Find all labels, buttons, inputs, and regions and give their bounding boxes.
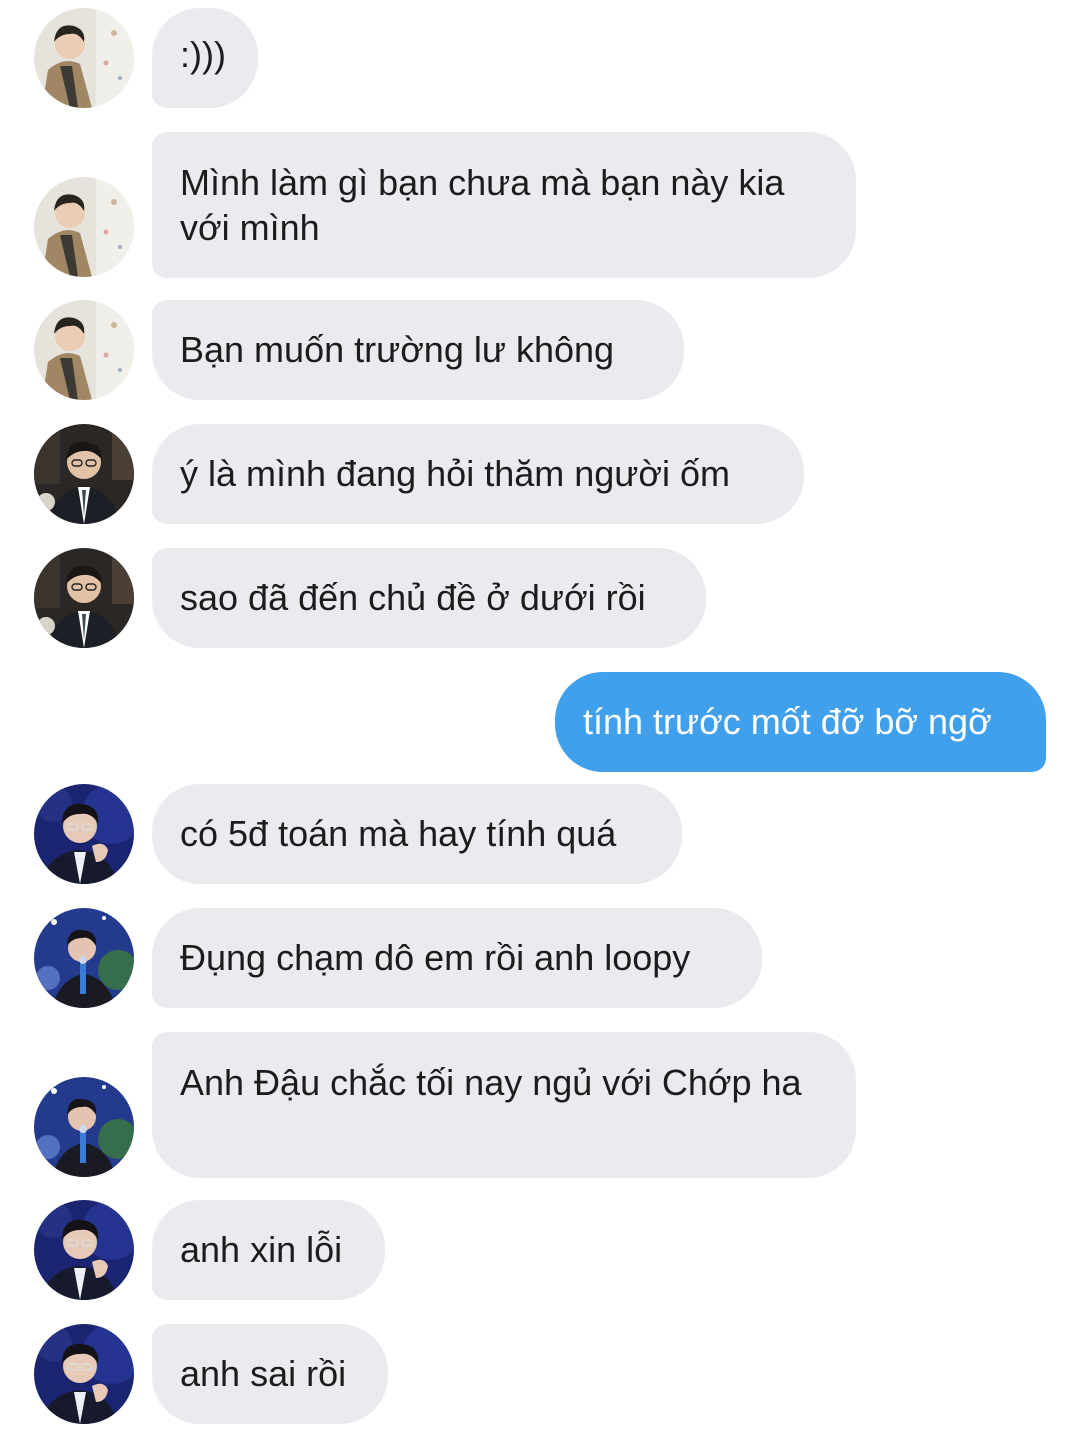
message-text: Đụng chạm dô em rồi anh loopy bbox=[180, 937, 691, 978]
message-text: anh sai rồi bbox=[180, 1353, 347, 1394]
message-bubble[interactable]: sao đã đến chủ đề ở dưới rồi bbox=[152, 548, 706, 648]
avatar[interactable] bbox=[34, 1200, 134, 1300]
message-text: Anh Đậu chắc tối nay ngủ với Chớp ha bbox=[180, 1062, 802, 1103]
message-bubble-outgoing[interactable]: tính trước mốt đỡ bỡ ngỡ bbox=[555, 672, 1046, 772]
message-bubble[interactable]: có 5đ toán mà hay tính quá bbox=[152, 784, 682, 884]
message-text: :))) bbox=[180, 34, 226, 75]
avatar[interactable] bbox=[34, 548, 134, 648]
message-bubble[interactable]: Đụng chạm dô em rồi anh loopy bbox=[152, 908, 762, 1008]
avatar[interactable] bbox=[34, 177, 134, 277]
avatar[interactable] bbox=[34, 908, 134, 1008]
message-bubble[interactable]: ý là mình đang hỏi thăm người ốm bbox=[152, 424, 804, 524]
message-bubble[interactable]: Mình làm gì bạn chưa mà bạn này kia với … bbox=[152, 132, 856, 278]
message-bubble[interactable]: anh sai rồi bbox=[152, 1324, 388, 1424]
message-text: Bạn muốn trường lư không bbox=[180, 329, 615, 370]
chat-thread[interactable]: :))) Mình làm gì bạn chưa mà bạn này kia… bbox=[0, 0, 1080, 1429]
avatar[interactable] bbox=[34, 8, 134, 108]
avatar[interactable] bbox=[34, 784, 134, 884]
message-text: anh xin lỗi bbox=[180, 1229, 343, 1270]
message-bubble[interactable]: Anh Đậu chắc tối nay ngủ với Chớp ha bbox=[152, 1032, 856, 1178]
avatar[interactable] bbox=[34, 300, 134, 400]
avatar[interactable] bbox=[34, 424, 134, 524]
message-text: tính trước mốt đỡ bỡ ngỡ bbox=[583, 701, 992, 742]
message-text: Mình làm gì bạn chưa mà bạn này kia với … bbox=[180, 162, 785, 248]
avatar[interactable] bbox=[34, 1077, 134, 1177]
message-text: có 5đ toán mà hay tính quá bbox=[180, 813, 617, 854]
avatar[interactable] bbox=[34, 1324, 134, 1424]
message-bubble[interactable]: :))) bbox=[152, 8, 258, 108]
message-text: ý là mình đang hỏi thăm người ốm bbox=[180, 453, 730, 494]
message-bubble[interactable]: anh xin lỗi bbox=[152, 1200, 385, 1300]
message-text: sao đã đến chủ đề ở dưới rồi bbox=[180, 577, 646, 618]
message-bubble[interactable]: Bạn muốn trường lư không bbox=[152, 300, 684, 400]
